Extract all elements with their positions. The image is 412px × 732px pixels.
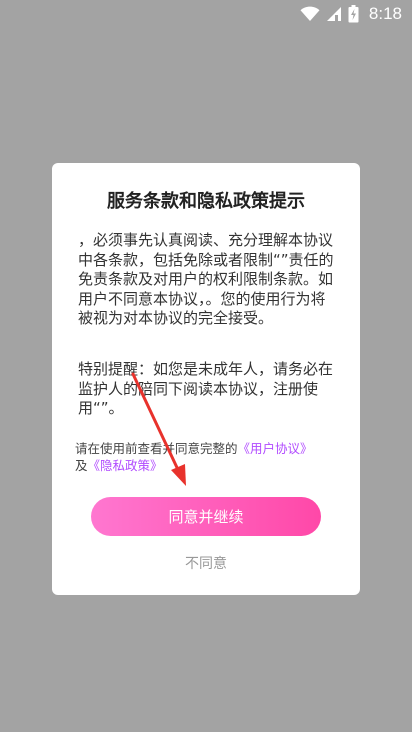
user-agreement-link[interactable]: 《用户协议》 (238, 441, 313, 456)
status-time: 8:18 (368, 4, 402, 23)
battery-icon (348, 5, 359, 23)
agreement-note-prefix: 请在使用前查看并同意完整的 (75, 441, 238, 456)
status-bar: 8:18 (0, 0, 412, 28)
terms-dialog: 服务条款和隐私政策提示 ，必须事先认真阅读、充分理解本协议中各条款，包括免除或者… (52, 163, 360, 595)
wifi-icon (300, 6, 320, 21)
status-icons: 8:18 (300, 4, 402, 24)
minor-reminder-paragraph: 特别提醒：如您是未成年人，请务必在监护人的陪同下阅读本协议，注册使用“”。 (78, 360, 334, 417)
decline-button[interactable]: 不同意 (52, 553, 360, 573)
signal-icon (326, 7, 341, 21)
privacy-policy-link[interactable]: 《隐私政策》 (88, 458, 163, 473)
agreement-note: 请在使用前查看并同意完整的《用户协议》及《隐私政策》 (75, 440, 340, 474)
terms-paragraph: ，必须事先认真阅读、充分理解本协议中各条款，包括免除或者限制“”责任的免责条款及… (78, 231, 334, 327)
agreement-note-and: 及 (75, 458, 88, 473)
dialog-title: 服务条款和隐私政策提示 (107, 191, 305, 212)
agree-continue-button[interactable]: 同意并继续 (91, 497, 321, 536)
